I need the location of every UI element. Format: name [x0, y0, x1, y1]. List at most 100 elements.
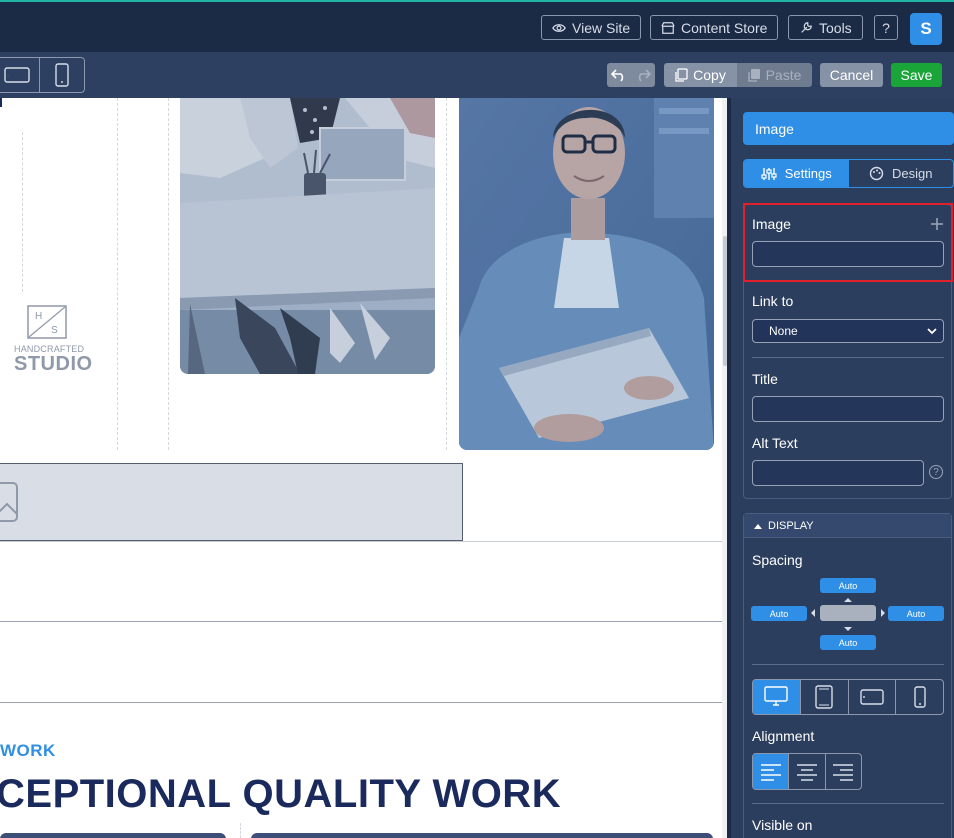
link-to-value: None: [769, 324, 798, 338]
tab-settings-label: Settings: [784, 166, 832, 181]
tools-button[interactable]: Tools: [788, 15, 863, 40]
tablet-landscape-icon: [4, 67, 30, 83]
tab-settings[interactable]: Settings: [744, 160, 849, 187]
tablet-landscape-button[interactable]: [0, 58, 39, 92]
link-to-label: Link to: [752, 293, 794, 309]
tab-design[interactable]: Design: [849, 160, 954, 187]
cancel-label: Cancel: [829, 67, 874, 83]
spacing-right-input[interactable]: Auto: [888, 606, 944, 621]
section-divider: [0, 621, 727, 622]
user-avatar[interactable]: S: [910, 13, 942, 45]
copy-paste-group: Copy Paste: [664, 63, 812, 87]
responsive-device-group: [752, 679, 944, 715]
section-divider: [0, 702, 727, 703]
top-bar: View Site Content Store Tools ? S: [0, 0, 954, 52]
add-image-icon[interactable]: [930, 217, 944, 231]
title-input[interactable]: [752, 396, 944, 422]
redo-button[interactable]: [631, 63, 655, 87]
display-header-label: DISPLAY: [768, 519, 814, 532]
arrow-down-icon: [844, 627, 852, 631]
column-guide: [240, 823, 241, 838]
section-divider: [0, 541, 727, 542]
column-marker: [0, 98, 2, 107]
alignment-label: Alignment: [752, 728, 815, 744]
content-store-label: Content Store: [681, 19, 768, 36]
field-separator: [752, 357, 944, 358]
tablet-landscape-device-button[interactable]: [847, 680, 896, 714]
cancel-button[interactable]: Cancel: [820, 63, 883, 87]
copy-button[interactable]: Copy: [664, 63, 737, 87]
sliders-icon: [761, 167, 777, 180]
spacing-bottom-input[interactable]: Auto: [820, 635, 876, 650]
device-preview-group: [0, 57, 85, 93]
phone-icon: [55, 63, 69, 87]
tab-design-label: Design: [892, 166, 933, 181]
field-separator: [752, 664, 944, 665]
display-section-toggle[interactable]: DISPLAY: [744, 514, 951, 538]
eye-icon: [552, 23, 566, 32]
phone-device-button[interactable]: [895, 680, 943, 714]
undo-redo-group: [607, 63, 655, 87]
help-glyph: ?: [933, 466, 939, 478]
save-label: Save: [900, 67, 933, 83]
tablet-landscape-icon: [860, 689, 884, 705]
align-center-button[interactable]: [788, 754, 824, 789]
arrow-up-icon: [844, 598, 852, 602]
card-top: [0, 833, 226, 838]
desktop-device-button[interactable]: [753, 680, 800, 714]
help-button[interactable]: ?: [874, 15, 898, 40]
page-canvas: H S HANDCRAFTED STUDIO WORK CEPTIONAL QU…: [0, 98, 727, 838]
save-button[interactable]: Save: [891, 63, 942, 87]
column-guide: [22, 132, 23, 292]
section-headline: CEPTIONAL QUALITY WORK: [0, 772, 562, 816]
align-right-button[interactable]: [824, 754, 861, 789]
tools-label: Tools: [819, 19, 852, 36]
phone-preview-button[interactable]: [39, 58, 84, 92]
alt-text-label: Alt Text: [752, 435, 798, 451]
tablet-device-button[interactable]: [799, 680, 848, 714]
align-left-button[interactable]: [753, 754, 789, 789]
paste-button[interactable]: Paste: [737, 63, 812, 87]
panel-tabs: Settings Design: [743, 159, 954, 188]
palette-icon: [869, 166, 884, 181]
view-site-label: View Site: [572, 19, 631, 36]
paste-icon: [747, 69, 760, 82]
alt-text-input[interactable]: [752, 460, 924, 486]
logo-text-big: STUDIO: [14, 353, 93, 375]
man-with-laptop-photo[interactable]: [459, 98, 714, 450]
spacing-top-input[interactable]: Auto: [820, 578, 876, 593]
paste-label: Paste: [765, 67, 802, 83]
link-to-select[interactable]: None: [752, 319, 944, 343]
avatar-initial: S: [920, 19, 932, 38]
logo-letter-s: S: [51, 325, 58, 336]
content-store-button[interactable]: Content Store: [650, 15, 779, 40]
image-field-label: Image: [752, 216, 791, 232]
phone-icon: [913, 686, 926, 708]
title-label: Title: [752, 371, 778, 387]
meeting-photo[interactable]: [180, 98, 435, 374]
spacing-left-input[interactable]: Auto: [751, 606, 807, 621]
column-guide: [446, 98, 447, 450]
alt-text-help-icon[interactable]: ?: [929, 465, 943, 479]
arrow-right-icon: [881, 609, 885, 617]
chevron-down-icon: [927, 328, 937, 335]
image-input[interactable]: [752, 241, 944, 267]
column-guide: [117, 98, 118, 450]
handcrafted-studio-logo: H S HANDCRAFTED STUDIO: [14, 304, 93, 375]
empty-image-block[interactable]: [0, 463, 463, 541]
help-glyph: ?: [882, 19, 890, 36]
wrench-icon: [801, 21, 812, 33]
undo-button[interactable]: [607, 63, 631, 87]
logo-letter-h: H: [35, 311, 42, 322]
properties-panel: Image Settings Design Image Link to None…: [727, 98, 954, 838]
undo-icon: [611, 69, 624, 82]
spacing-label: Spacing: [752, 552, 803, 568]
visible-on-label: Visible on: [752, 817, 813, 833]
field-separator: [752, 803, 944, 804]
panel-title: Image: [743, 112, 954, 145]
spacing-element-preview: [820, 605, 876, 621]
card-top: [251, 833, 713, 838]
hs-monogram-icon: H S: [27, 305, 67, 339]
desktop-icon: [764, 686, 789, 706]
view-site-button[interactable]: View Site: [541, 15, 642, 40]
